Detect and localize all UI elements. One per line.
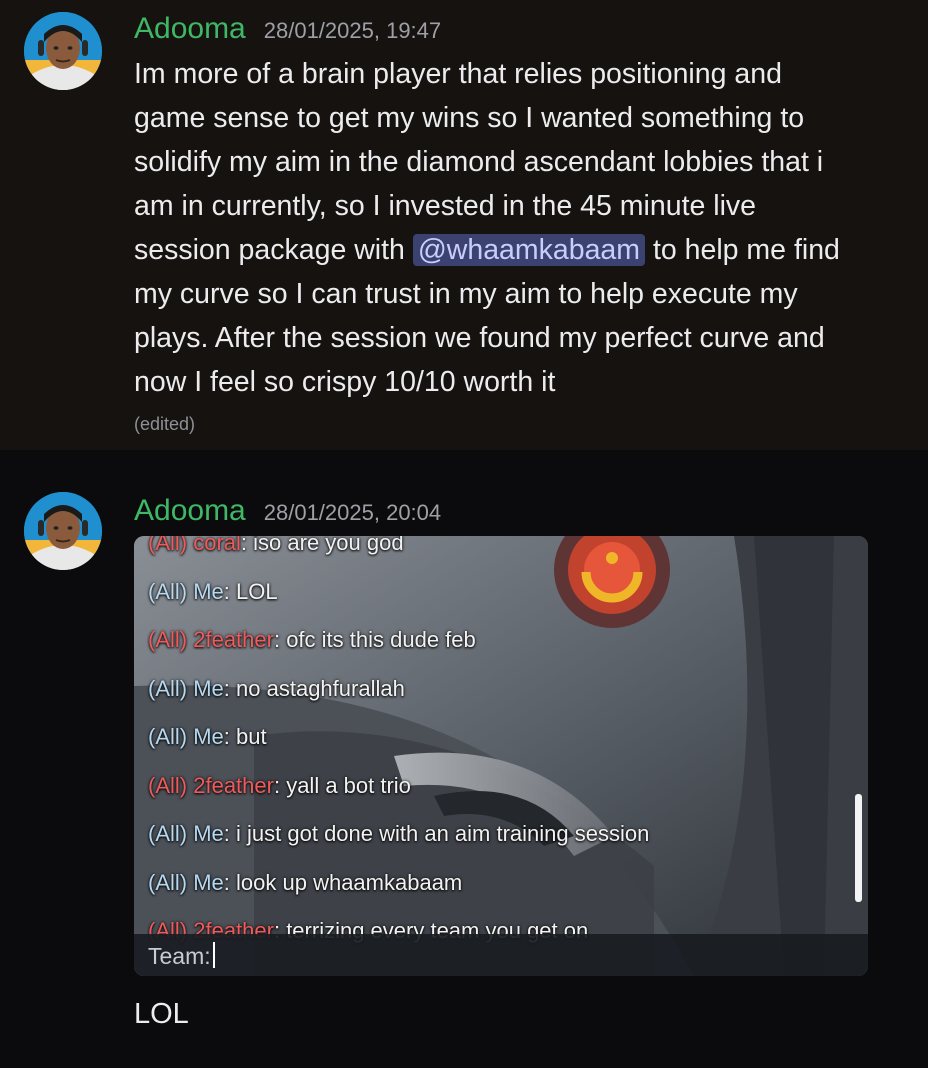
- text-cursor: [212, 942, 215, 968]
- timestamp[interactable]: 28/01/2025, 20:04: [264, 500, 441, 526]
- user-mention[interactable]: @whaamkabaam: [412, 234, 646, 266]
- chat-line: (All) Me: LOL: [148, 579, 278, 604]
- message-1: Adooma 28/01/2025, 19:47 Im more of a br…: [0, 0, 928, 450]
- chat-line: (All) Me: but: [148, 724, 267, 749]
- message-text: LOL: [134, 998, 189, 1030]
- chat-line: (All) Me: no astaghfurallah: [148, 676, 405, 701]
- image-attachment[interactable]: (All) coral: iso are you god (All) Me: L…: [134, 536, 868, 976]
- team-chat-label: Team:: [148, 942, 215, 970]
- message-content: Im more of a brain player that relies po…: [134, 52, 854, 404]
- chat-scrollbar[interactable]: [855, 794, 862, 902]
- user-avatar[interactable]: [24, 492, 102, 570]
- chat-line: (All) 2feather: ofc its this dude feb: [148, 627, 476, 652]
- username[interactable]: Adooma: [134, 12, 246, 46]
- edited-indicator: (edited): [134, 414, 196, 434]
- message-header: Adooma 28/01/2025, 20:04: [134, 494, 441, 528]
- chat-line: (All) Me: i just got done with an aim tr…: [148, 821, 650, 846]
- team-chat-input[interactable]: Team:: [134, 934, 868, 976]
- username[interactable]: Adooma: [134, 494, 246, 528]
- chat-line: (All) coral: iso are you god: [148, 536, 404, 555]
- user-avatar[interactable]: [24, 12, 102, 90]
- chat-line: (All) 2feather: yall a bot trio: [148, 773, 411, 798]
- timestamp[interactable]: 28/01/2025, 19:47: [264, 18, 441, 44]
- message-header: Adooma 28/01/2025, 19:47: [134, 12, 441, 46]
- message-2: Adooma 28/01/2025, 20:04 (All) coral: is…: [0, 450, 928, 1068]
- chat-line: (All) Me: look up whaamkabaam: [148, 870, 463, 895]
